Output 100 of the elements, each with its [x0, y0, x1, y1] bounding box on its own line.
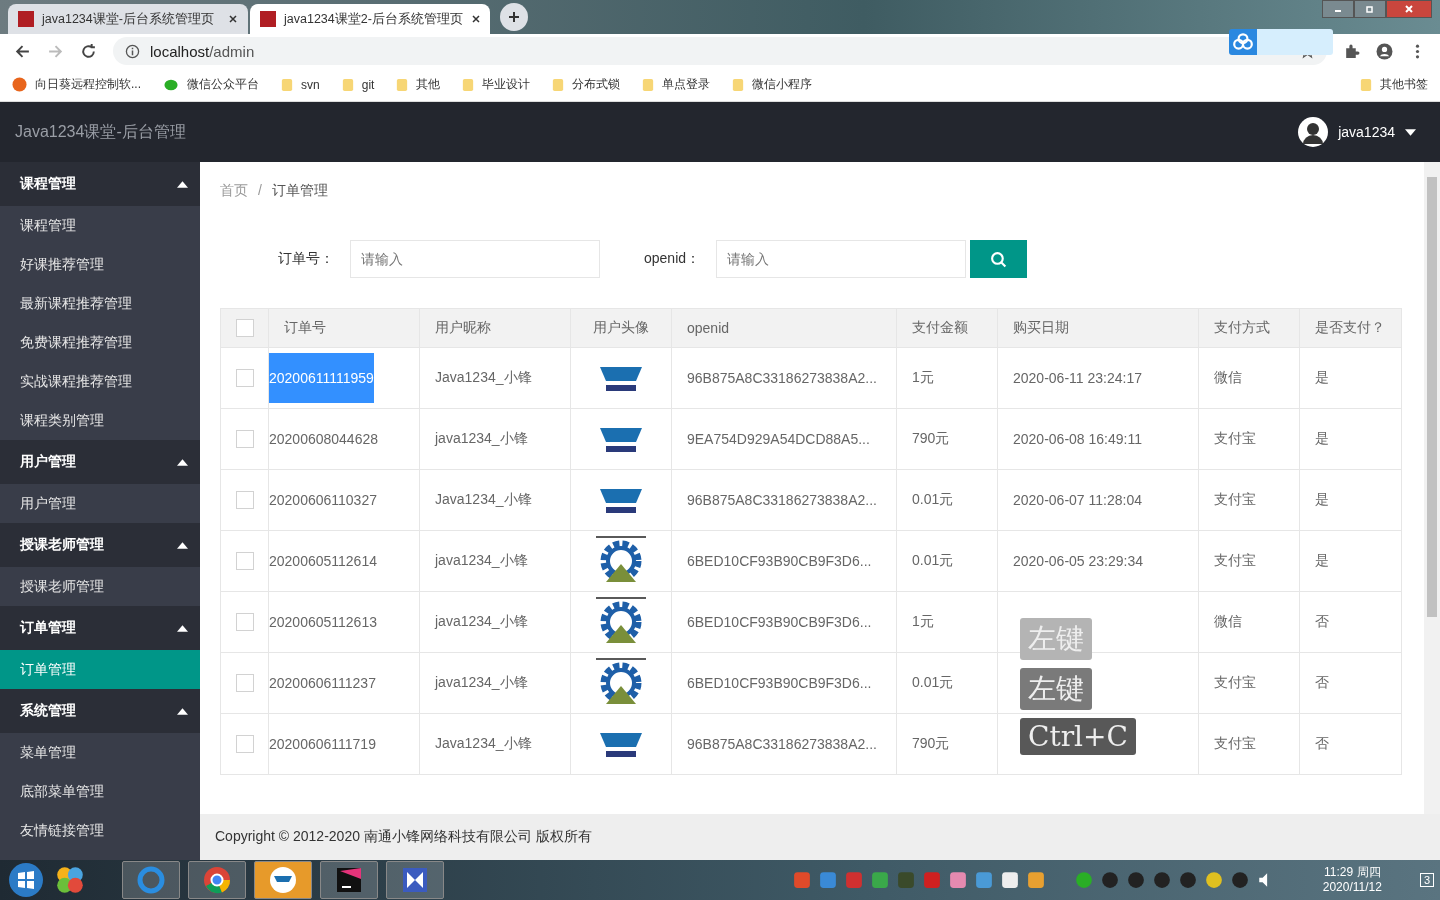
- sidebar-item[interactable]: 实战课程推荐管理: [0, 362, 200, 401]
- row-checkbox[interactable]: [235, 430, 254, 449]
- bookmark-link[interactable]: 分布式锁: [552, 76, 621, 93]
- sidebar-item[interactable]: 课程管理: [0, 206, 200, 245]
- bookmark-link[interactable]: 其他书签: [1360, 76, 1428, 93]
- row-checkbox[interactable]: [235, 552, 254, 571]
- sidebar-group[interactable]: 订单管理: [0, 606, 200, 650]
- bookmark-link[interactable]: 其他: [396, 76, 441, 93]
- address-field[interactable]: localhost/admin: [113, 37, 1327, 65]
- taskbar-app[interactable]: [320, 861, 378, 899]
- table-cell: 96B875A8C33186273838A2...: [687, 736, 877, 752]
- minimize-button[interactable]: [1322, 0, 1354, 18]
- sidebar-item[interactable]: 好课推荐管理: [0, 245, 200, 284]
- table-cell: 6BED10CF93B90CB9F3D6...: [687, 675, 872, 691]
- table-cell: 1元: [912, 369, 934, 385]
- cloud-popup[interactable]: [1229, 29, 1333, 55]
- select-all-checkbox[interactable]: [235, 319, 254, 338]
- table-cell: 是: [1315, 369, 1329, 385]
- sidebar-item[interactable]: 免费课程推荐管理: [0, 323, 200, 362]
- bookmark-link[interactable]: git: [341, 77, 375, 92]
- bookmark-link[interactable]: 单点登录: [642, 76, 711, 93]
- search-field[interactable]: 请输入: [716, 240, 967, 278]
- table-cell: 支付宝: [1214, 491, 1256, 507]
- favicon-icon: [260, 11, 276, 27]
- taskbar-app[interactable]: [386, 861, 444, 899]
- close-window-button[interactable]: [1386, 0, 1432, 18]
- sidebar-group[interactable]: 授课老师管理: [0, 523, 200, 567]
- avatar-icon: [1298, 117, 1329, 147]
- sidebar-group[interactable]: 用户管理: [0, 440, 200, 484]
- start-button[interactable]: [6, 860, 46, 900]
- tray-icon[interactable]: [1000, 871, 1019, 889]
- row-checkbox[interactable]: [235, 613, 254, 632]
- tray-icon[interactable]: [1230, 871, 1249, 889]
- extensions-icon[interactable]: [1343, 42, 1360, 60]
- sidebar-group[interactable]: 课程管理: [0, 162, 200, 206]
- sidebar-group[interactable]: 系统管理: [0, 689, 200, 733]
- bookmark-link[interactable]: 微信公众平台: [163, 76, 259, 93]
- browser-tab[interactable]: java1234课堂2-后台系统管理页: [250, 4, 490, 34]
- column-header: 支付金额: [912, 319, 968, 335]
- close-icon: [1404, 4, 1414, 14]
- table-cell-text: 20200606111237: [269, 674, 376, 693]
- close-icon[interactable]: [228, 14, 238, 24]
- app-title: Java1234课堂-后台管理: [15, 121, 186, 142]
- restore-icon: [1365, 4, 1375, 14]
- sidebar-item[interactable]: 最新课程推荐管理: [0, 284, 200, 323]
- clock-date[interactable]: 2020/11/12: [1322, 880, 1382, 895]
- field-label: 订单号：: [278, 250, 334, 268]
- tray-icon[interactable]: [1100, 871, 1119, 889]
- table-cell: 6BED10CF93B90CB9F3D6...: [687, 553, 872, 569]
- table-cell: Java1234_小锋: [435, 369, 532, 385]
- folder-icon: [642, 77, 655, 92]
- restore-button[interactable]: [1354, 0, 1386, 18]
- bookmark-link[interactable]: 毕业设计: [462, 76, 531, 93]
- table-cell: 支付宝: [1214, 552, 1256, 568]
- folder-icon: [552, 77, 565, 92]
- table-cell: 微信: [1214, 613, 1242, 629]
- tray-icon[interactable]: [1126, 871, 1145, 889]
- new-tab-button[interactable]: [500, 3, 528, 31]
- notification-badge[interactable]: 3: [1419, 873, 1434, 887]
- bookmark-link[interactable]: 向日葵远程控制软...: [12, 76, 141, 93]
- table-cell: 0.01元: [912, 491, 954, 507]
- pinwheel-icon[interactable]: [54, 864, 86, 896]
- breadcrumb-current: 订单管理: [271, 182, 328, 198]
- sidebar-item[interactable]: 课程类别管理: [0, 401, 200, 440]
- profile-icon[interactable]: [1376, 42, 1393, 60]
- tray-icon[interactable]: [1178, 871, 1197, 889]
- row-checkbox[interactable]: [235, 674, 254, 693]
- bookmark-link[interactable]: 微信小程序: [732, 76, 813, 93]
- close-icon[interactable]: [470, 14, 481, 24]
- clock-time[interactable]: 11:29 周四: [1324, 865, 1381, 880]
- browser-tab[interactable]: java1234课堂-后台系统管理页: [8, 4, 248, 34]
- tray-icon[interactable]: [1152, 871, 1171, 889]
- info-icon: [125, 43, 140, 59]
- table-cell: 790元: [912, 735, 950, 751]
- sidebar-item[interactable]: 底部菜单管理: [0, 772, 200, 811]
- taskbar-app[interactable]: [188, 861, 246, 899]
- column-header: 用户昵称: [435, 319, 491, 335]
- table-cell: 是: [1315, 552, 1329, 568]
- bookmark-link[interactable]: svn: [281, 77, 320, 92]
- sidebar-item[interactable]: 授课老师管理: [0, 567, 200, 606]
- folder-icon: [732, 77, 745, 92]
- taskbar-app[interactable]: [254, 861, 312, 899]
- scrollbar[interactable]: [1424, 162, 1440, 814]
- reload-icon[interactable]: [80, 42, 97, 60]
- sidebar-item[interactable]: 菜单管理: [0, 733, 200, 772]
- row-checkbox[interactable]: [235, 735, 254, 754]
- tray-icon[interactable]: [1026, 871, 1045, 889]
- sidebar-item[interactable]: 友情链接管理: [0, 811, 200, 850]
- search-field[interactable]: 请输入: [350, 240, 600, 278]
- tray-icon[interactable]: [948, 871, 967, 889]
- sidebar-item[interactable]: 订单管理: [0, 650, 200, 689]
- table-cell: java1234_小锋: [435, 674, 528, 690]
- sidebar-item[interactable]: 用户管理: [0, 484, 200, 523]
- tray-icon[interactable]: [870, 871, 889, 889]
- tray-icon[interactable]: [1204, 871, 1223, 889]
- row-checkbox[interactable]: [235, 369, 254, 388]
- user-menu[interactable]: java1234: [1298, 117, 1416, 147]
- row-checkbox[interactable]: [235, 491, 254, 510]
- table-cell: 96B875A8C33186273838A2...: [687, 492, 877, 508]
- search-button[interactable]: [970, 240, 1028, 278]
